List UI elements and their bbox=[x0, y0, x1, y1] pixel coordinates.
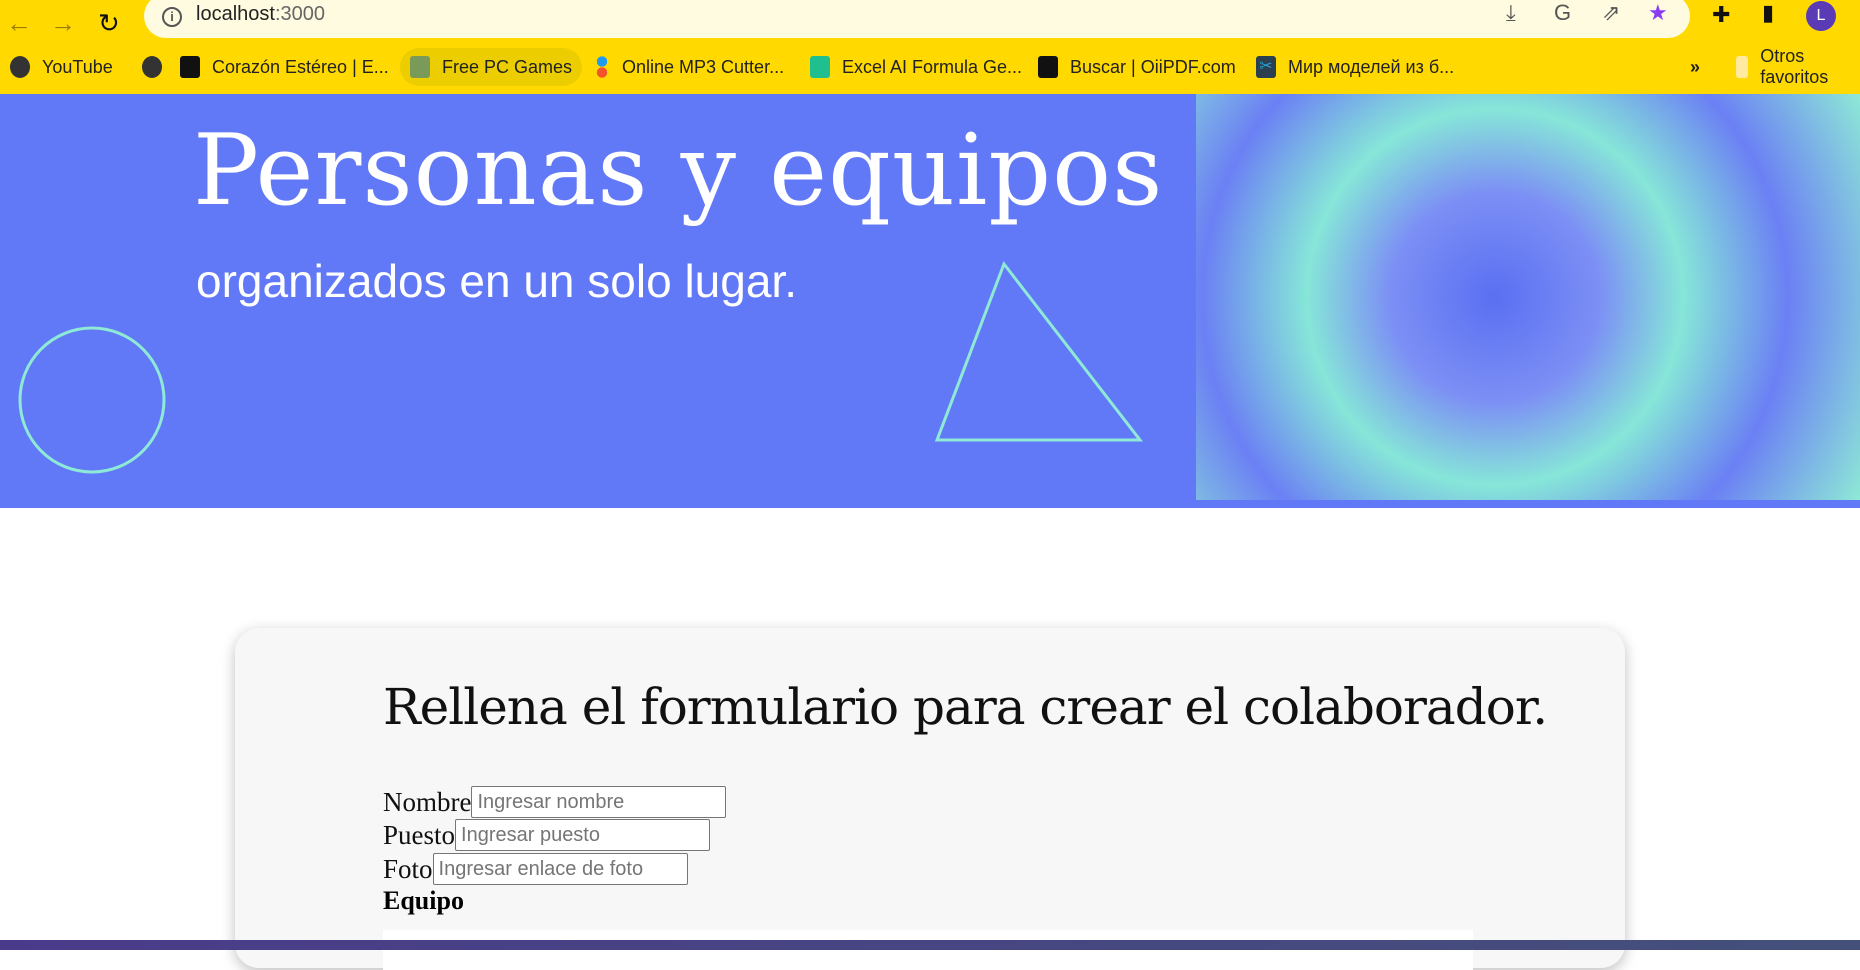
taskbar bbox=[0, 940, 1860, 950]
bookmark-label: Buscar | OiiPDF.com bbox=[1070, 56, 1236, 77]
share-icon[interactable]: ⇗ bbox=[1602, 0, 1620, 26]
circle-shape bbox=[18, 326, 166, 474]
reload-icon[interactable]: ↻ bbox=[98, 8, 120, 39]
field-puesto: Puesto bbox=[383, 819, 711, 851]
install-icon[interactable]: ⤓ bbox=[1506, 0, 1516, 26]
browser-chrome: ← → ↻ i localhost:3000 ⤓ G ⇗ ★ ✚ ▮ L You… bbox=[0, 0, 1860, 94]
globe-icon bbox=[10, 56, 30, 78]
team-select[interactable] bbox=[383, 930, 1473, 970]
translate-icon[interactable]: G bbox=[1554, 0, 1571, 26]
foto-input[interactable] bbox=[432, 853, 688, 885]
pdf-icon bbox=[1038, 56, 1058, 78]
nombre-input[interactable] bbox=[471, 786, 727, 818]
team-label: Equipo bbox=[383, 886, 464, 915]
bookmark-excel-ai[interactable]: Excel AI Formula Ge... bbox=[800, 48, 1032, 86]
skull-icon bbox=[410, 56, 430, 78]
back-icon[interactable]: ← bbox=[6, 8, 32, 39]
bookmark-label: YouTube bbox=[42, 56, 113, 77]
site-icon bbox=[810, 56, 830, 78]
triangle-shape bbox=[934, 260, 1144, 442]
bookmark-corazon[interactable]: Corazón Estéreo | E... bbox=[170, 48, 399, 86]
bookmark-label: Corazón Estéreo | E... bbox=[212, 56, 389, 77]
field-nombre: Nombre bbox=[383, 786, 727, 818]
decorative-shapes bbox=[18, 260, 1144, 474]
extensions-icon[interactable]: ✚ bbox=[1712, 2, 1730, 28]
site-icon bbox=[180, 56, 200, 78]
url-text: localhost:3000 bbox=[196, 3, 325, 25]
field-foto: Foto bbox=[383, 853, 688, 885]
form-card: Rellena el formulario para crear el cola… bbox=[235, 628, 1625, 970]
bookmark-youtube[interactable]: YouTube bbox=[0, 48, 123, 86]
field-label: Puesto bbox=[383, 819, 456, 850]
bookmark-models[interactable]: ✂ Мир моделей из б... bbox=[1246, 48, 1464, 86]
bookmark-free-pc-games[interactable]: Free PC Games bbox=[400, 48, 583, 86]
puesto-input[interactable] bbox=[455, 819, 711, 851]
bookmark-globe[interactable] bbox=[132, 48, 172, 86]
site-icon bbox=[590, 56, 610, 78]
side-panel-icon[interactable]: ▮ bbox=[1762, 0, 1774, 26]
field-label: Nombre bbox=[383, 786, 472, 817]
address-bar[interactable]: i localhost:3000 ⤓ G ⇗ ★ bbox=[144, 0, 1690, 38]
star-icon[interactable]: ★ bbox=[1648, 0, 1668, 26]
other-favorites[interactable]: Otros favoritos bbox=[1726, 46, 1860, 87]
team-photo bbox=[1196, 94, 1860, 500]
bookmark-label: Online MP3 Cutter... bbox=[622, 56, 785, 77]
bookmark-label: Otros favoritos bbox=[1760, 46, 1829, 87]
bookmark-label: Free PC Games bbox=[442, 56, 573, 77]
scissors-icon: ✂ bbox=[1256, 56, 1276, 78]
forward-icon[interactable]: → bbox=[50, 8, 76, 39]
globe-icon bbox=[142, 56, 162, 78]
info-icon[interactable]: i bbox=[162, 7, 182, 27]
more-bookmarks-button[interactable]: » bbox=[1680, 48, 1710, 86]
avatar[interactable]: L bbox=[1806, 1, 1836, 31]
bookmark-oiipdf[interactable]: Buscar | OiiPDF.com bbox=[1028, 48, 1246, 86]
folder-icon bbox=[1736, 56, 1749, 78]
form-title: Rellena el formulario para crear el cola… bbox=[383, 678, 1548, 736]
bookmark-label: Excel AI Formula Ge... bbox=[842, 56, 1023, 77]
bookmark-label: Мир моделей из б... bbox=[1288, 56, 1455, 77]
field-label: Foto bbox=[383, 853, 433, 884]
bookmark-mp3-cutter[interactable]: Online MP3 Cutter... bbox=[580, 48, 794, 86]
hero-banner: Personas y equipos organizados en un sol… bbox=[0, 94, 1860, 508]
